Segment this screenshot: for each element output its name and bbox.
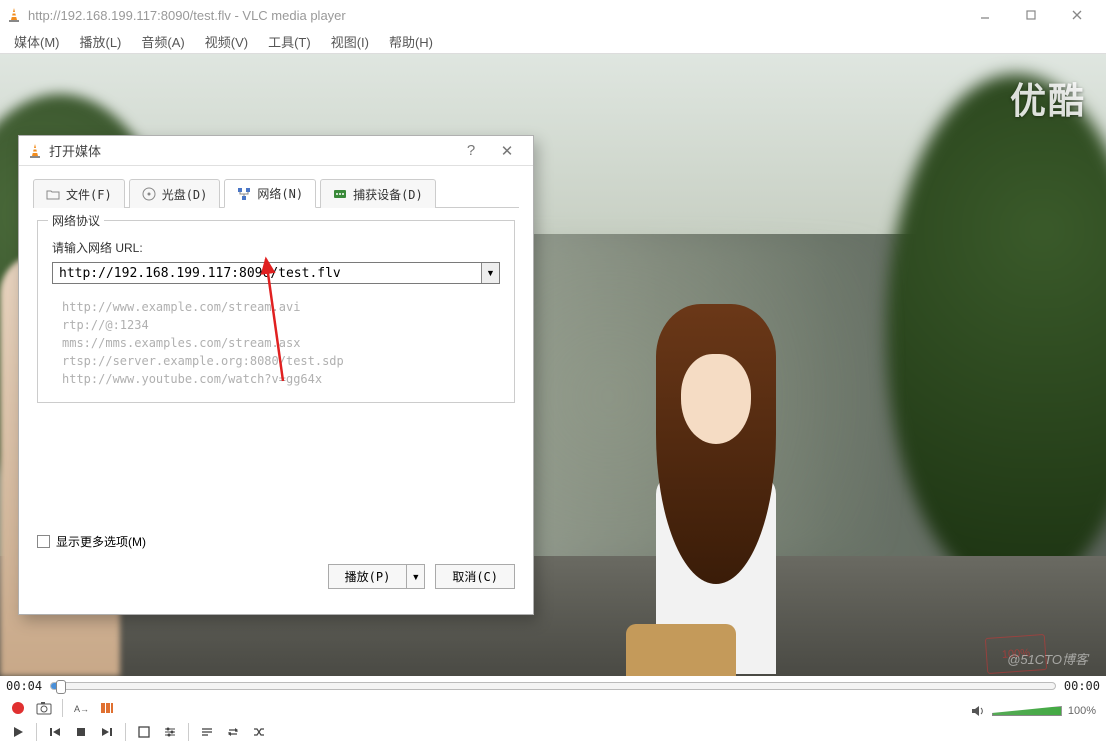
disc-icon — [142, 187, 156, 201]
speaker-icon[interactable] — [970, 703, 986, 719]
play-button-dialog[interactable]: 播放(P) — [328, 564, 408, 589]
record-button[interactable] — [6, 697, 30, 719]
dialog-title: 打开媒体 — [49, 141, 453, 160]
window-titlebar: http://192.168.199.117:8090/test.flv - V… — [0, 0, 1106, 30]
folder-icon — [46, 187, 60, 201]
url-input[interactable] — [53, 263, 481, 283]
dialog-tabs: 文件(F) 光盘(D) 网络(N) 捕获设备(D) — [33, 178, 519, 208]
show-more-options[interactable]: 显示更多选项(M) — [37, 533, 515, 550]
play-button[interactable] — [6, 721, 30, 743]
capture-icon — [333, 187, 347, 201]
tab-disc-label: 光盘(D) — [162, 186, 208, 203]
seek-slider[interactable] — [50, 682, 1056, 690]
network-icon — [237, 187, 251, 201]
volume-percent: 100% — [1068, 705, 1096, 717]
url-dropdown-button[interactable]: ▼ — [481, 263, 499, 283]
tab-network-label: 网络(N) — [257, 185, 303, 202]
prev-track-button[interactable] — [43, 721, 67, 743]
url-examples: http://www.example.com/stream.avi rtp://… — [52, 298, 500, 388]
dialog-help-button[interactable]: ? — [453, 142, 489, 159]
show-more-checkbox[interactable] — [37, 535, 50, 548]
dialog-titlebar[interactable]: 打开媒体 ? ✕ — [19, 136, 533, 166]
tab-capture[interactable]: 捕获设备(D) — [320, 179, 436, 208]
dialog-close-button[interactable]: ✕ — [489, 142, 525, 160]
url-combobox: ▼ — [52, 262, 500, 284]
cancel-button[interactable]: 取消(C) — [435, 564, 515, 589]
menu-bar: 媒体(M) 播放(L) 音频(A) 视频(V) 工具(T) 视图(I) 帮助(H… — [0, 30, 1106, 54]
menu-playback[interactable]: 播放(L) — [70, 30, 132, 53]
close-button[interactable] — [1054, 0, 1100, 30]
network-protocol-group: 网络协议 请输入网络 URL: ▼ http://www.example.com… — [37, 220, 515, 403]
menu-view[interactable]: 视图(I) — [321, 30, 379, 53]
tab-network[interactable]: 网络(N) — [224, 179, 316, 208]
seek-row: 00:04 00:00 — [0, 676, 1106, 696]
vlc-cone-icon — [6, 7, 22, 23]
play-split-button: 播放(P) ▼ — [328, 564, 426, 589]
tab-capture-label: 捕获设备(D) — [353, 186, 423, 203]
menu-tools[interactable]: 工具(T) — [258, 30, 321, 53]
volume-control: 100% — [970, 703, 1096, 719]
toolbar-playback-row: 100% — [0, 720, 1106, 744]
tab-file-label: 文件(F) — [66, 186, 112, 203]
show-more-label: 显示更多选项(M) — [56, 533, 146, 550]
atob-loop-button[interactable]: A→B — [69, 697, 93, 719]
extended-settings-button[interactable] — [158, 721, 182, 743]
toolbar-record-row: A→B — [0, 696, 1106, 720]
stop-button[interactable] — [69, 721, 93, 743]
vlc-cone-icon — [27, 143, 43, 159]
elapsed-time[interactable]: 00:04 — [6, 679, 42, 693]
loop-button[interactable] — [221, 721, 245, 743]
svg-text:A→B: A→B — [74, 704, 89, 714]
tab-file[interactable]: 文件(F) — [33, 179, 125, 208]
menu-media[interactable]: 媒体(M) — [4, 30, 70, 53]
snapshot-button[interactable] — [32, 697, 56, 719]
open-media-dialog: 打开媒体 ? ✕ 文件(F) 光盘(D) 网络(N) 捕获设备(D) 网络协议 … — [18, 135, 534, 615]
menu-help[interactable]: 帮助(H) — [379, 30, 443, 53]
maximize-button[interactable] — [1008, 0, 1054, 30]
url-label: 请输入网络 URL: — [52, 239, 500, 256]
menu-video[interactable]: 视频(V) — [195, 30, 258, 53]
group-legend: 网络协议 — [48, 212, 104, 229]
play-dropdown-button[interactable]: ▼ — [407, 564, 425, 589]
total-time[interactable]: 00:00 — [1064, 679, 1100, 693]
next-track-button[interactable] — [95, 721, 119, 743]
minimize-button[interactable] — [962, 0, 1008, 30]
fullscreen-button[interactable] — [132, 721, 156, 743]
dialog-button-row: 播放(P) ▼ 取消(C) — [19, 558, 533, 599]
volume-slider[interactable] — [992, 706, 1062, 716]
tab-disc[interactable]: 光盘(D) — [129, 179, 221, 208]
menu-audio[interactable]: 音频(A) — [131, 30, 194, 53]
frame-step-button[interactable] — [95, 697, 119, 719]
watermark-youku: 优酷 — [1010, 72, 1086, 124]
window-title: http://192.168.199.117:8090/test.flv - V… — [28, 8, 962, 23]
shuffle-button[interactable] — [247, 721, 271, 743]
playlist-button[interactable] — [195, 721, 219, 743]
watermark-source: @51CTO博客 — [1007, 649, 1088, 668]
